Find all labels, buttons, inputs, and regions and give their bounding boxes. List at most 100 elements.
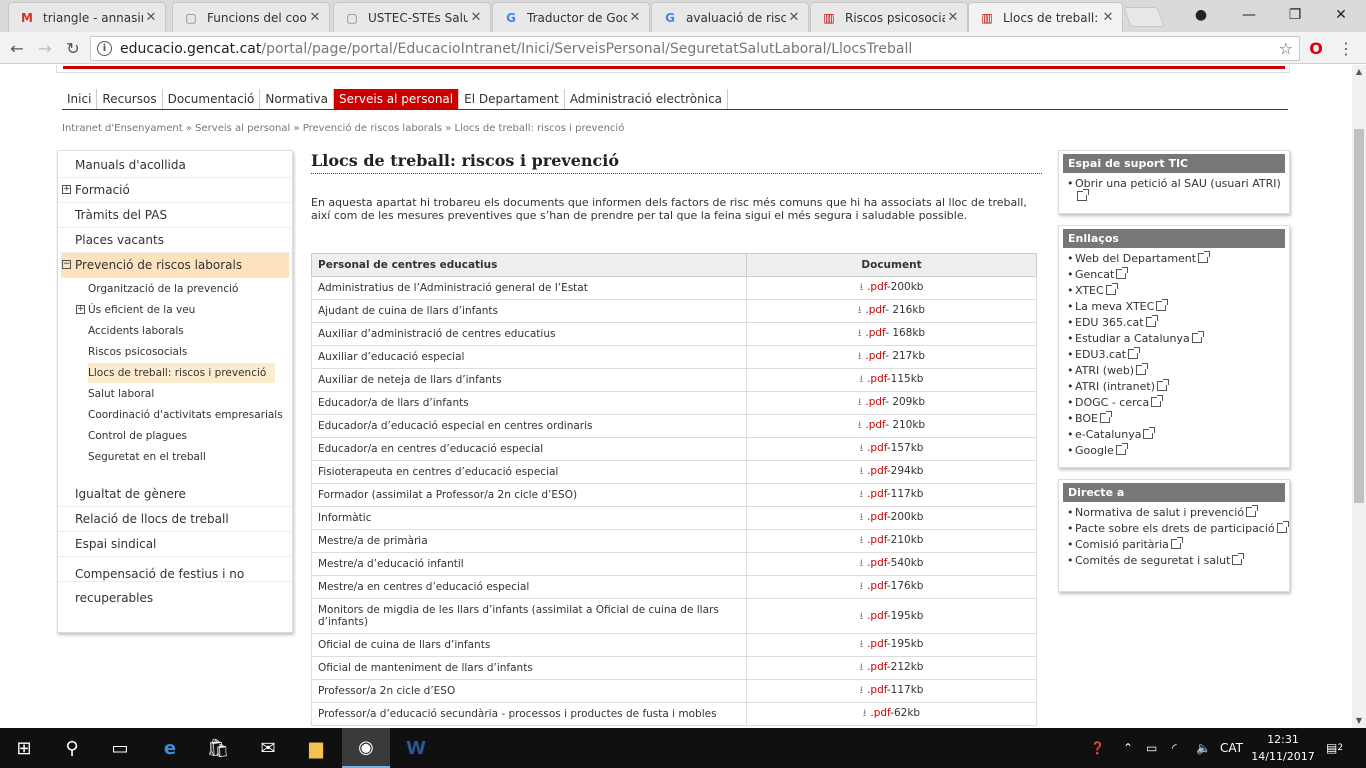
link-item[interactable]: La meva XTEC — [1067, 299, 1289, 313]
nav-item[interactable]: Normativa — [260, 89, 334, 109]
nav-item[interactable]: Inici — [62, 89, 98, 109]
task-view-icon[interactable]: ▭ — [96, 728, 144, 768]
expand-icon[interactable]: + — [76, 305, 85, 314]
notifications-icon[interactable]: ▤ 2 — [1326, 728, 1343, 768]
link-item[interactable]: Obrir una petició al SAU (usuari ATRI) — [1067, 177, 1289, 203]
link-item[interactable]: Estudiar a Catalunya — [1067, 331, 1289, 345]
pdf-link[interactable]: .pdf — [867, 557, 887, 569]
close-tab-icon[interactable]: ✕ — [627, 10, 643, 25]
link-item[interactable]: XTEC — [1067, 283, 1289, 297]
pdf-link[interactable]: .pdf — [867, 580, 887, 592]
link-item[interactable]: Google — [1067, 443, 1289, 457]
volume-icon[interactable]: 🔈 — [1196, 728, 1211, 768]
reload-icon[interactable]: ↻ — [62, 38, 84, 58]
maximize-button[interactable]: ❐ — [1272, 0, 1318, 30]
store-icon[interactable]: 🛍 — [194, 728, 242, 768]
pdf-link[interactable]: .pdf — [865, 304, 885, 316]
sidebar-subitem[interactable]: Control de plagues — [88, 426, 303, 446]
opera-extension-icon[interactable]: O — [1305, 38, 1327, 58]
browser-tab[interactable]: G Traductor de Goog ✕ — [492, 2, 650, 32]
close-tab-icon[interactable]: ✕ — [468, 10, 484, 25]
sidebar-subitem[interactable]: Organització de la prevenció — [88, 279, 303, 299]
language-indicator[interactable]: CAT — [1220, 728, 1243, 768]
link-item[interactable]: Web del Departament — [1067, 251, 1289, 265]
browser-tab[interactable]: ▥ Llocs de treball: ris✕ — [968, 2, 1123, 32]
link-item[interactable]: Normativa de salut i prevenció — [1067, 505, 1289, 519]
close-tab-icon[interactable]: ✕ — [307, 10, 323, 25]
system-clock[interactable]: 12:31 14/11/2017 — [1248, 731, 1318, 765]
minimize-button[interactable]: — — [1226, 0, 1272, 30]
pdf-link[interactable]: .pdf — [867, 373, 887, 385]
search-icon[interactable]: ⚲ — [48, 728, 96, 768]
nav-item[interactable]: El Departament — [459, 89, 565, 109]
new-tab-button[interactable] — [1123, 7, 1165, 27]
pdf-link[interactable]: .pdf — [865, 327, 885, 339]
sidebar-item[interactable]: Relació de llocs de treball — [58, 507, 292, 532]
forward-icon[interactable]: → — [34, 38, 56, 58]
sidebar-subitem[interactable]: Llocs de treball: riscos i prevenció — [88, 363, 275, 383]
link-item[interactable]: BOE — [1067, 411, 1289, 425]
sidebar-item[interactable]: Compensació de festius i no recuperables — [58, 557, 292, 605]
file-explorer-icon[interactable]: ▆ — [292, 728, 340, 768]
pdf-link[interactable]: .pdf — [867, 488, 887, 500]
link-item[interactable]: Gencat — [1067, 267, 1289, 281]
pdf-link[interactable]: .pdf — [870, 707, 890, 719]
word-icon[interactable]: W — [392, 728, 440, 768]
sidebar-item[interactable]: Tràmits del PAS — [58, 203, 292, 228]
pdf-link[interactable]: .pdf — [867, 661, 887, 673]
close-tab-icon[interactable]: ✕ — [945, 10, 961, 25]
sidebar-subitem[interactable]: Coordinació d'activitats empresarials — [88, 405, 303, 425]
link-item[interactable]: Comisió paritària — [1067, 537, 1289, 551]
help-icon[interactable]: ❓ — [1090, 728, 1105, 768]
pdf-link[interactable]: .pdf — [865, 419, 885, 431]
pdf-link[interactable]: .pdf — [867, 511, 887, 523]
link-item[interactable]: ATRI (web) — [1067, 363, 1289, 377]
browser-tab[interactable]: ▢ Funcions del coord✕ — [172, 2, 330, 32]
link-item[interactable]: Pacte sobre els drets de participació — [1067, 521, 1289, 535]
expand-icon[interactable]: + — [62, 185, 71, 194]
collapse-icon[interactable]: − — [62, 260, 71, 269]
close-tab-icon[interactable]: ✕ — [786, 10, 802, 25]
edge-icon[interactable]: e — [146, 728, 194, 768]
close-window-button[interactable]: ✕ — [1318, 0, 1364, 30]
pdf-link[interactable]: .pdf — [867, 281, 887, 293]
account-icon[interactable]: ● — [1178, 0, 1224, 30]
mail-icon[interactable]: ✉ — [244, 728, 292, 768]
sidebar-subitem[interactable]: Accidents laborals — [88, 321, 303, 341]
browser-tab[interactable]: ▢ USTEC-STEs Salut ✕ — [333, 2, 491, 32]
pdf-link[interactable]: .pdf — [867, 684, 887, 696]
sidebar-item[interactable]: Places vacants — [58, 228, 292, 253]
back-icon[interactable]: ← — [6, 38, 28, 58]
link-item[interactable]: Comités de seguretat i salut — [1067, 553, 1289, 567]
windows-start-icon[interactable]: ⊞ — [0, 728, 48, 768]
pdf-link[interactable]: .pdf — [867, 638, 887, 650]
sidebar-subitem[interactable]: Riscos psicosocials — [88, 342, 303, 362]
link-item[interactable]: DOGC - cerca — [1067, 395, 1289, 409]
close-tab-icon[interactable]: ✕ — [1100, 10, 1116, 25]
pdf-link[interactable]: .pdf — [867, 534, 887, 546]
battery-icon[interactable]: ▭ — [1146, 728, 1157, 768]
browser-tab[interactable]: Gavaluació de riscos✕ — [651, 2, 809, 32]
pdf-link[interactable]: .pdf — [865, 396, 885, 408]
sidebar-item[interactable]: Espai sindical — [58, 532, 292, 557]
nav-item[interactable]: Administració electrònica — [565, 89, 729, 109]
sidebar-subitem[interactable]: Salut laboral — [88, 384, 303, 404]
pdf-link[interactable]: .pdf — [867, 610, 887, 622]
bookmark-star-icon[interactable]: ☆ — [1279, 39, 1293, 58]
sidebar-item[interactable]: Manuals d'acollida — [58, 153, 292, 178]
link-item[interactable]: EDU3.cat — [1067, 347, 1289, 361]
link-item[interactable]: EDU 365.cat — [1067, 315, 1289, 329]
sidebar-item-open[interactable]: − Prevenció de riscos laborals — [61, 253, 289, 278]
browser-tab[interactable]: ▥ Riscos psicosocials✕ — [810, 2, 968, 32]
address-bar[interactable]: i educacio.gencat.cat/portal/page/portal… — [90, 36, 1300, 61]
link-item[interactable]: ATRI (intranet) — [1067, 379, 1289, 393]
pdf-link[interactable]: .pdf — [867, 465, 887, 477]
pdf-link[interactable]: .pdf — [867, 442, 887, 454]
page-scrollbar[interactable]: ▲ ▼ — [1352, 65, 1366, 728]
nav-item[interactable]: Recursos — [97, 89, 163, 109]
nav-item[interactable]: Documentació — [163, 89, 261, 109]
info-icon[interactable]: i — [97, 41, 112, 56]
browser-tab[interactable]: Mtriangle - annasind✕ — [8, 2, 166, 32]
sidebar-item[interactable]: Igualtat de gènere — [58, 482, 292, 507]
scrollbar-thumb[interactable] — [1354, 129, 1364, 503]
